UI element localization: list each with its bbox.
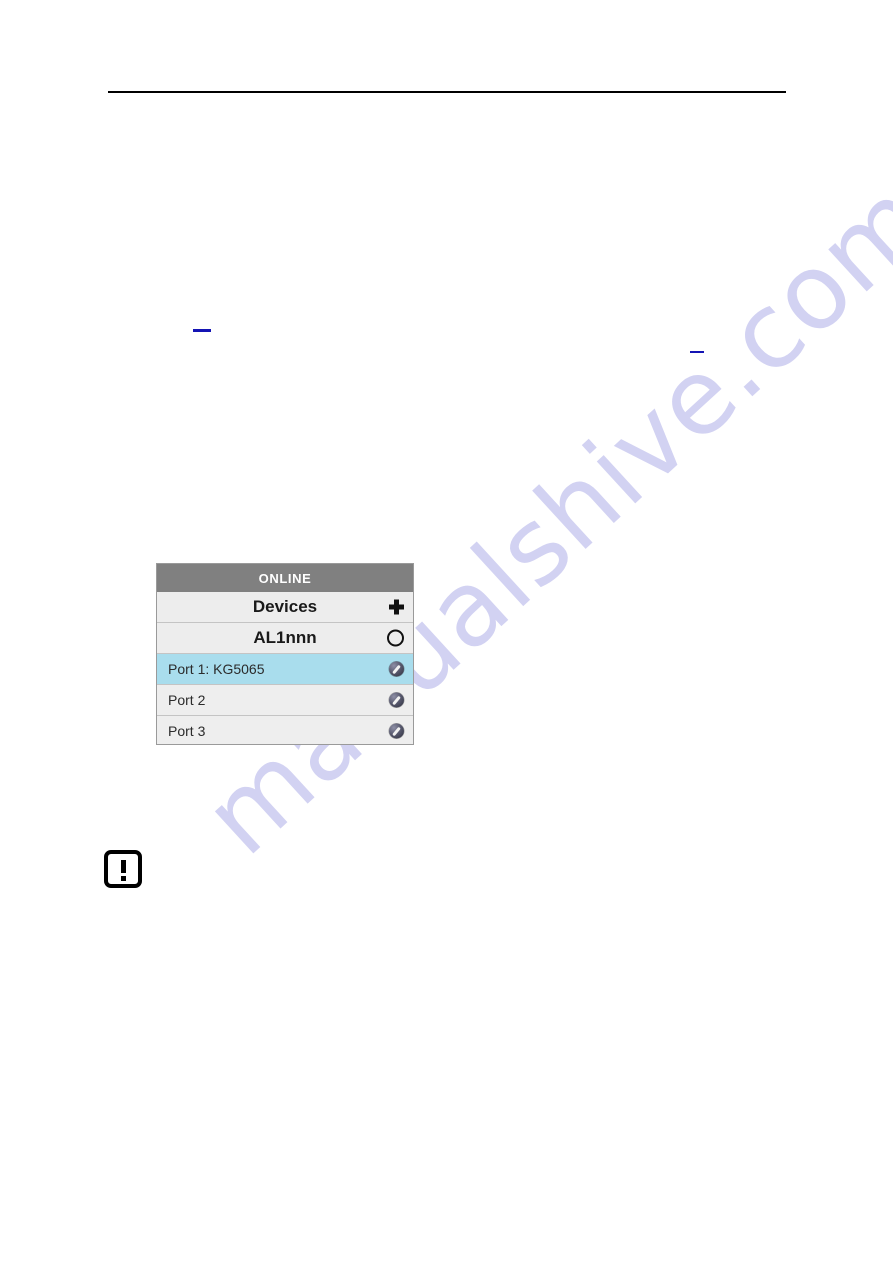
tree-row-devices[interactable]: Devices: [157, 592, 413, 623]
device-status-button[interactable]: [387, 629, 404, 647]
cross-reference-dash-upper[interactable]: [193, 329, 211, 332]
online-device-tree-panel: ONLINE Devices AL1nnn Port 1: KG5065 Por…: [156, 563, 414, 745]
exclamation-box-icon: [104, 850, 142, 888]
tree-row-label: Port 3: [168, 723, 206, 739]
tree-row-label: AL1nnn: [253, 628, 317, 647]
port-status-icon: [389, 723, 404, 739]
header-rule: [108, 91, 786, 93]
add-device-button[interactable]: [389, 599, 404, 615]
panel-title: ONLINE: [157, 564, 413, 592]
port-status-button[interactable]: [389, 661, 404, 677]
port-status-icon: [389, 661, 404, 677]
tree-row-al1nnn[interactable]: AL1nnn: [157, 623, 413, 654]
exclamation-stem: [120, 860, 126, 873]
tree-row-port-3[interactable]: Port 3: [157, 716, 413, 744]
port-status-icon: [389, 692, 404, 708]
exclamation-dot: [120, 876, 126, 881]
port-status-button[interactable]: [389, 692, 404, 708]
document-page: manualshive.com ONLINE Devices AL1nnn Po…: [0, 0, 893, 1263]
circle-outline-icon: [387, 629, 404, 647]
port-status-button[interactable]: [389, 723, 404, 739]
tree-row-port-1[interactable]: Port 1: KG5065: [157, 654, 413, 685]
tree-row-label: Port 1: KG5065: [168, 661, 265, 677]
tree-row-port-2[interactable]: Port 2: [157, 685, 413, 716]
tree-row-label: Port 2: [168, 692, 206, 708]
cross-reference-dash-lower[interactable]: [690, 351, 704, 353]
plus-icon: [389, 599, 404, 615]
tree-row-label: Devices: [252, 597, 318, 616]
